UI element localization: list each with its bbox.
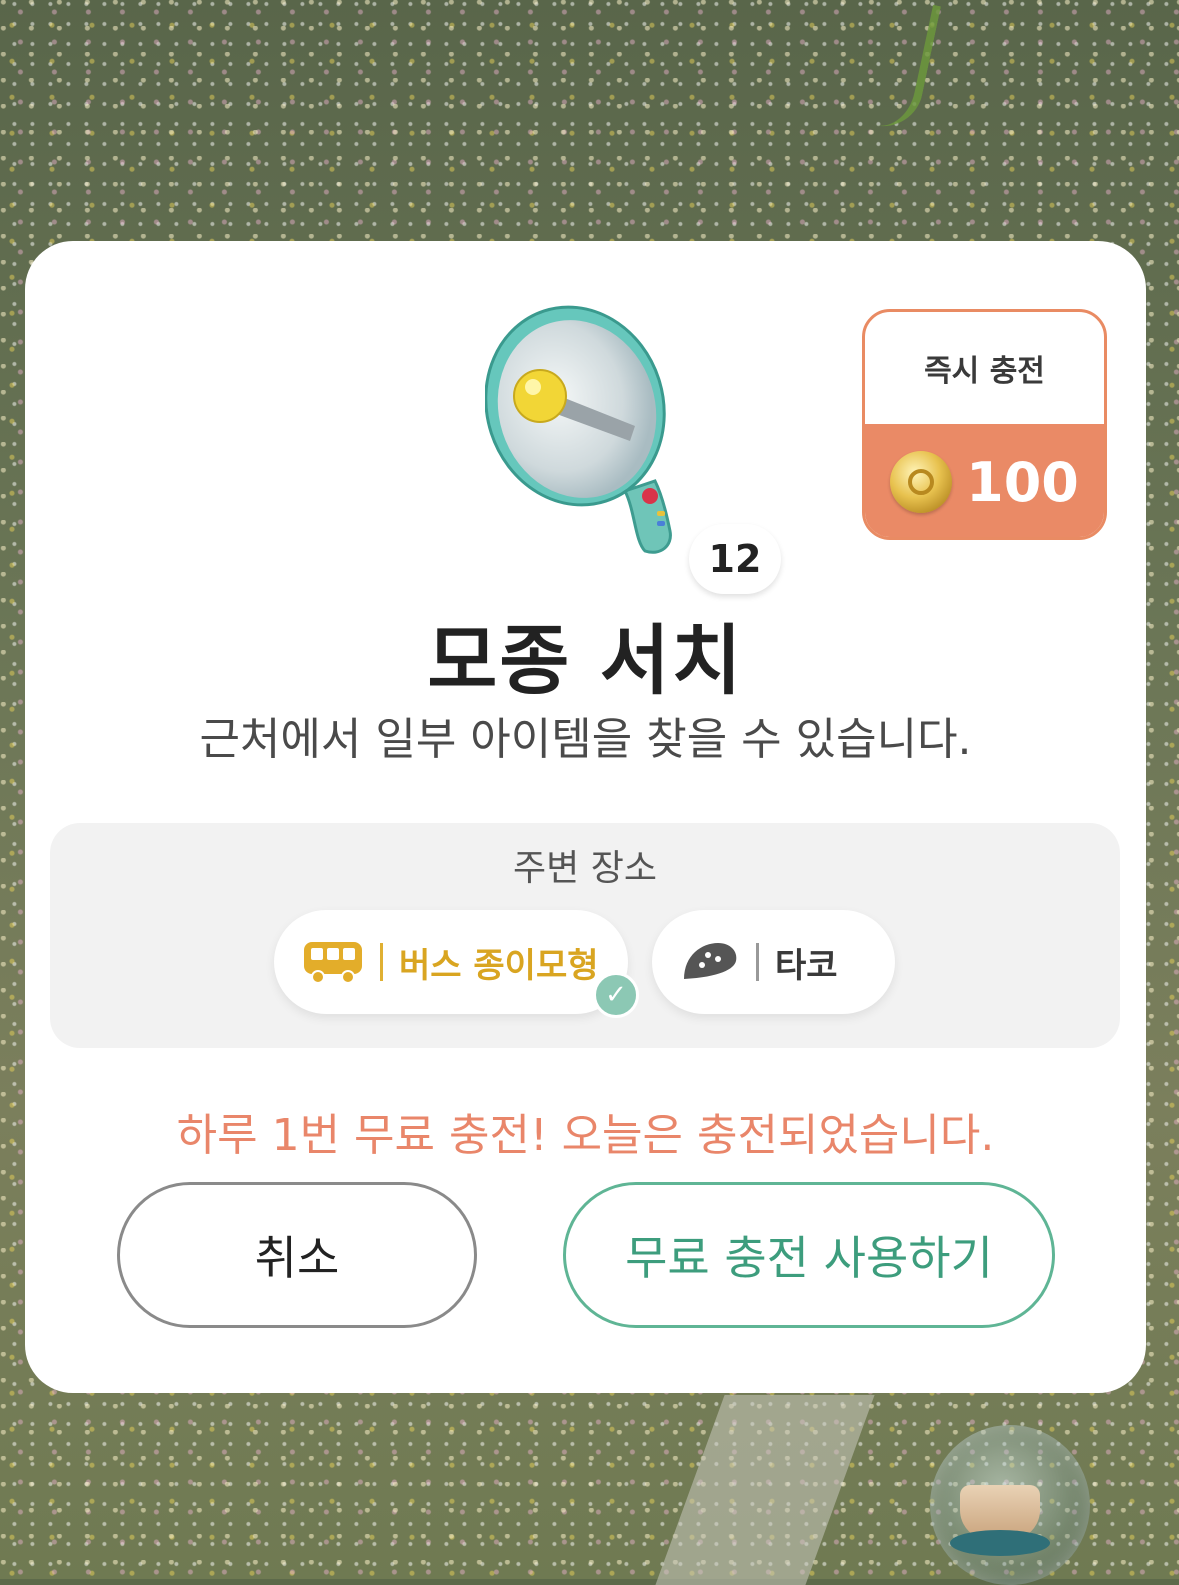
nearby-places-panel: 주변 장소 버스 종이모형 ✓ 타코 — [50, 823, 1120, 1048]
place-chip-taco[interactable]: 타코 — [652, 910, 895, 1014]
nearby-places-label: 주변 장소 — [513, 848, 657, 889]
item-count-badge: 12 — [689, 524, 781, 594]
coin-icon — [890, 451, 953, 513]
chip-separator — [756, 943, 759, 981]
pot-base — [950, 1530, 1050, 1556]
item-description: 근처에서 일부 아이템을 찾을 수 있습니다. — [199, 714, 972, 765]
instant-charge-label: 즉시 충전 — [924, 354, 1045, 389]
selected-check-icon: ✓ — [593, 972, 639, 1018]
cancel-button[interactable]: 취소 — [117, 1182, 477, 1328]
chip-separator — [380, 943, 383, 981]
instant-charge-button[interactable]: 즉시 충전 100 — [862, 309, 1107, 540]
place-chip-bus-label: 버스 종이모형 — [399, 945, 599, 986]
bus-icon — [304, 942, 362, 984]
use-free-charge-button[interactable]: 무료 충전 사용하기 — [563, 1182, 1055, 1328]
place-chip-bus[interactable]: 버스 종이모형 — [274, 910, 628, 1014]
seedling-pot-icon[interactable] — [930, 1425, 1090, 1585]
item-title: 모종 서치 — [427, 616, 744, 705]
instant-charge-price: 100 — [865, 424, 1104, 537]
seedling-search-dialog: 즉시 충전 100 12 모종 서치 근처에서 일부 아이템을 찾을 수 있습니… — [25, 241, 1146, 1393]
place-chip-taco-label: 타코 — [775, 945, 838, 986]
instant-charge-amount: 100 — [966, 450, 1079, 514]
free-charge-notice: 하루 1번 무료 충전! 오늘은 충전되었습니다. — [176, 1110, 995, 1161]
megaphone-icon — [485, 305, 672, 554]
taco-icon — [684, 943, 737, 979]
